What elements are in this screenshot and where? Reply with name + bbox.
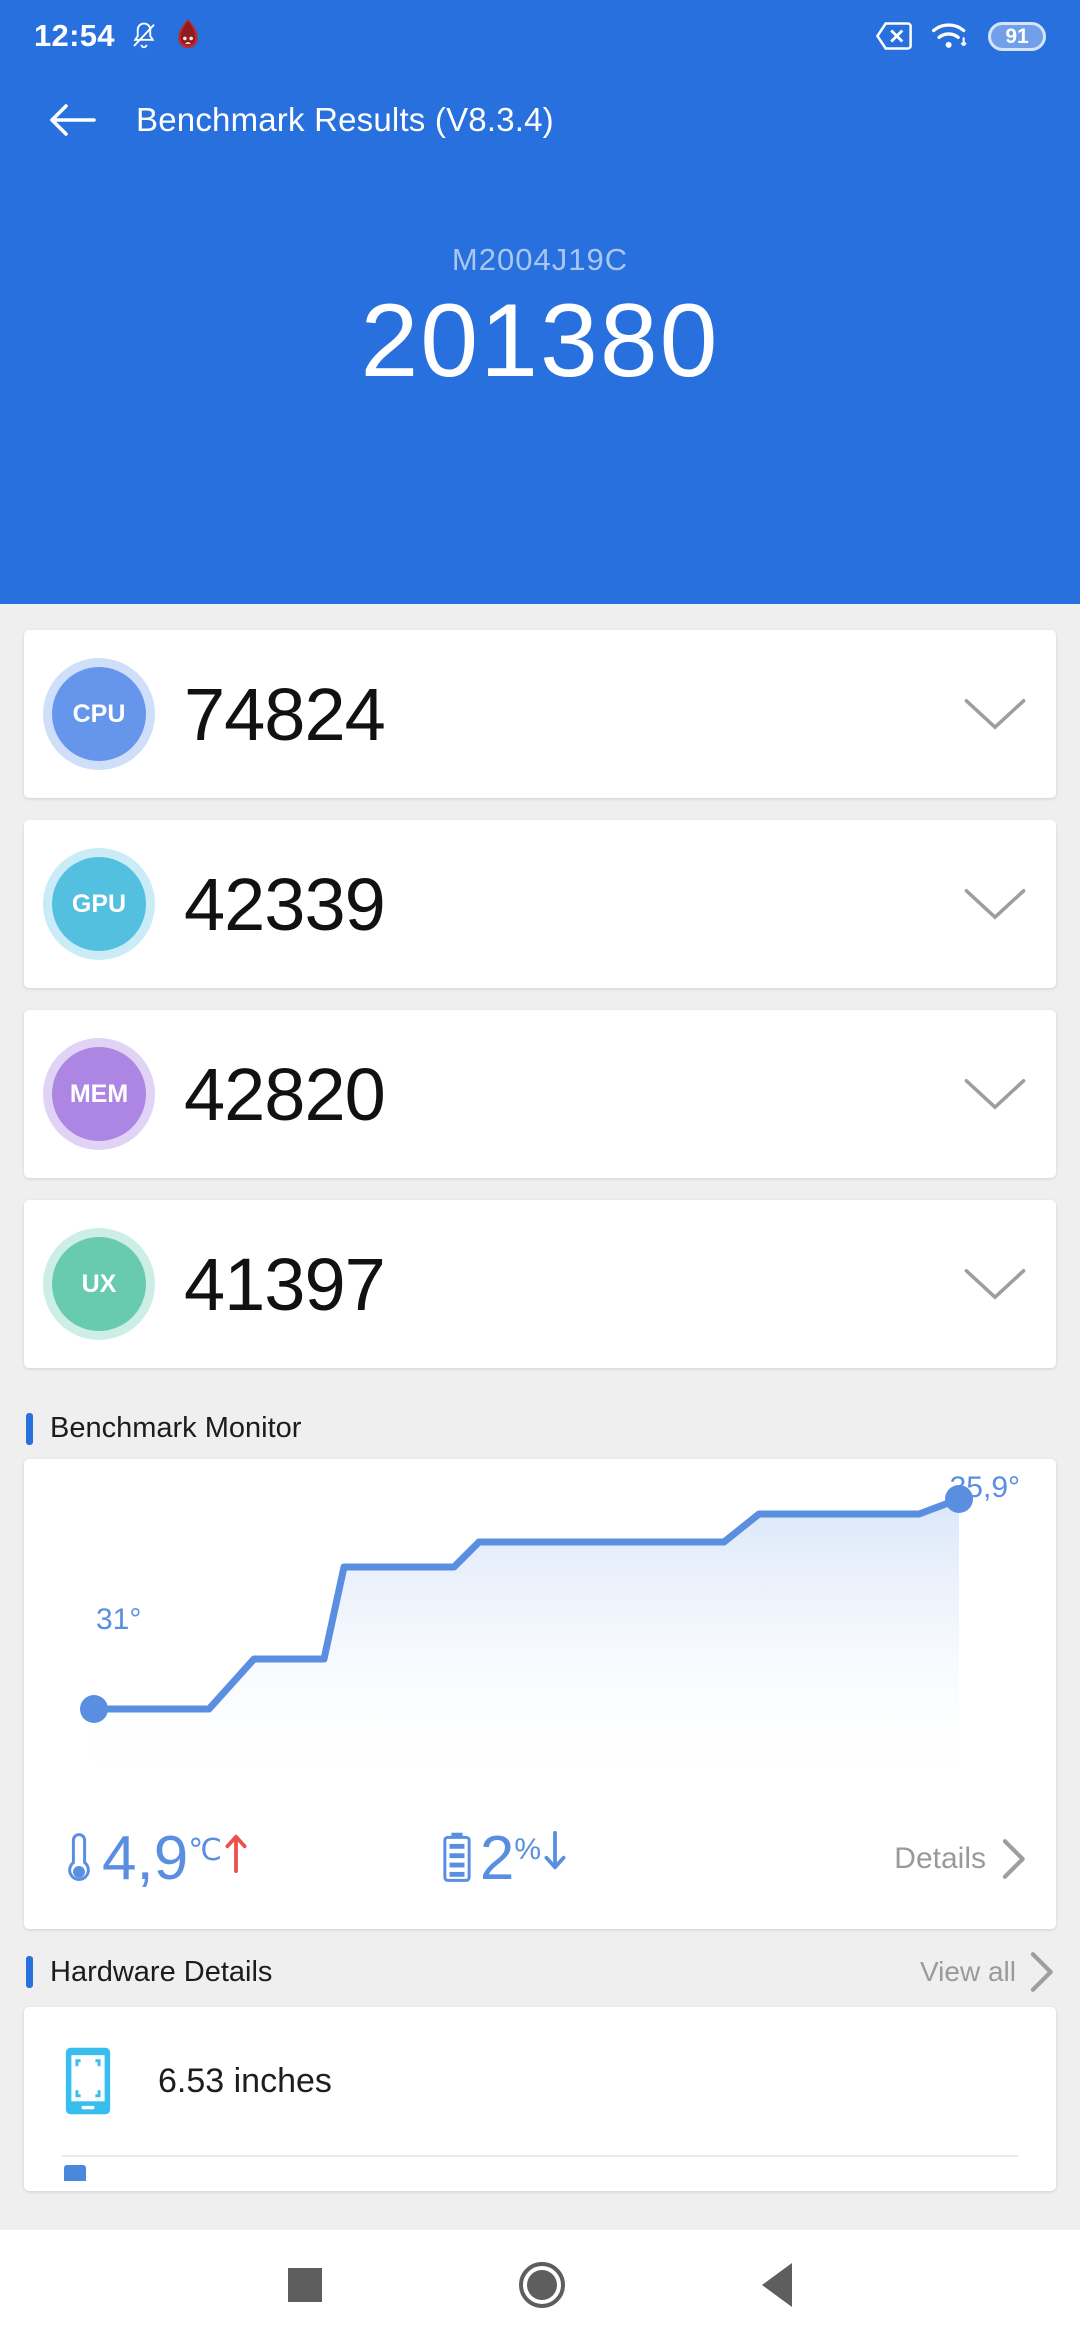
details-label: Details [894,1842,986,1875]
hardware-value-screen-size: 6.53 inches [158,2061,332,2100]
benchmark-monitor-card: 31° 35,9° 4,9 ℃ 2 % Details [24,1459,1056,1929]
battery-percent: 91 [1005,24,1029,48]
battery-delta-stat: 2 % [438,1824,567,1894]
temperature-delta-value: 4,9 [102,1824,189,1894]
battery-icon [443,1832,471,1882]
chart-end-label: 35,9° [949,1471,1020,1504]
battery-delta-unit: % [514,1833,542,1866]
thermometer-icon [68,1833,90,1881]
phone-screen-icon [65,2047,111,2115]
status-time: 12:54 [34,18,115,53]
mute-bell-icon [133,22,155,49]
status-bar: 12:54 91 [0,0,1080,72]
total-score-block: M2004J19C 201380 [0,168,1080,405]
battery-delta-value: 2 [479,1824,515,1894]
arrow-up-red-icon [225,1834,247,1873]
chevron-down-icon[interactable] [962,884,1028,924]
chevron-down-icon[interactable] [962,1074,1028,1114]
section-accent-bar [26,1956,33,1988]
status-bar-left: 12:54 [34,18,203,54]
benchmark-monitor-title: Benchmark Monitor [50,1412,302,1444]
temperature-delta-stat: 4,9 ℃ [60,1824,248,1894]
app-header: Benchmark Results (V8.3.4) M2004J19C 201… [0,72,1080,604]
page-title: Benchmark Results (V8.3.4) [136,101,554,138]
home-circle-inner [526,2270,557,2300]
mem-badge: MEM [52,1047,146,1141]
benchmark-monitor-section-header: Benchmark Monitor [0,1390,1080,1459]
score-card-gpu[interactable]: GPU 42339 [24,820,1056,988]
score-card-cpu[interactable]: CPU 74824 [24,630,1056,798]
hardware-view-all-link[interactable]: View all [920,1951,1054,1993]
home-circle-icon[interactable] [518,2262,565,2308]
score-card-ux[interactable]: UX 41397 [24,1200,1056,1368]
hardware-details-section-header: Hardware Details View all [0,1929,1080,2007]
ux-score: 41397 [184,1242,386,1326]
no-sim-icon [876,22,912,50]
status-bar-right: 91 [876,21,1046,51]
view-all-label: View all [920,1956,1016,1987]
arrow-down-blue-icon [544,1831,566,1870]
hardware-row-next-partial[interactable] [24,2157,1056,2191]
temperature-delta-unit: ℃ [188,1834,222,1867]
ux-badge: UX [52,1237,146,1331]
chevron-right-icon [1002,1839,1025,1879]
chevron-right-icon [1030,1952,1053,1992]
ux-badge-label: UX [81,1269,117,1298]
score-card-mem[interactable]: MEM 42820 [24,1010,1056,1178]
hardware-details-title: Hardware Details [50,1955,273,1988]
android-navigation-bar [0,2230,1080,2340]
recents-square-icon[interactable] [288,2268,323,2302]
total-score: 201380 [360,283,720,399]
cpu-badge-label: CPU [72,699,126,728]
gpu-score: 42339 [184,862,386,946]
back-arrow-icon[interactable] [48,100,96,140]
mem-badge-label: MEM [69,1079,129,1108]
device-model: M2004J19C [451,242,629,277]
section-accent-bar [26,1412,33,1445]
cpu-badge: CPU [52,667,146,761]
antutu-rabbit-icon [178,19,198,49]
chevron-down-icon[interactable] [962,694,1028,734]
back-triangle-icon[interactable] [761,2263,792,2307]
mem-score: 42820 [184,1052,386,1136]
temperature-chart: 31° 35,9° [24,1459,1056,1789]
hardware-next-icon [64,2165,86,2181]
chart-start-point [80,1695,108,1723]
cpu-score: 74824 [184,672,386,756]
gpu-badge: GPU [52,857,146,951]
monitor-stats-row: 4,9 ℃ 2 % Details [24,1789,1056,1929]
temperature-chart-svg [80,1485,973,1789]
chevron-down-icon[interactable] [962,1264,1028,1304]
header-bar: Benchmark Results (V8.3.4) [0,72,1080,168]
battery-indicator: 91 [988,21,1046,51]
score-card-list: CPU 74824 GPU 42339 MEM 42820 UX 41397 [0,604,1080,1368]
monitor-details-link[interactable]: Details [894,1838,1026,1880]
chart-start-label: 31° [96,1603,142,1636]
wifi-icon [932,23,967,48]
hardware-row-screen-size[interactable]: 6.53 inches [24,2007,1056,2155]
gpu-badge-label: GPU [71,889,127,918]
hardware-details-card: 6.53 inches [24,2007,1056,2191]
